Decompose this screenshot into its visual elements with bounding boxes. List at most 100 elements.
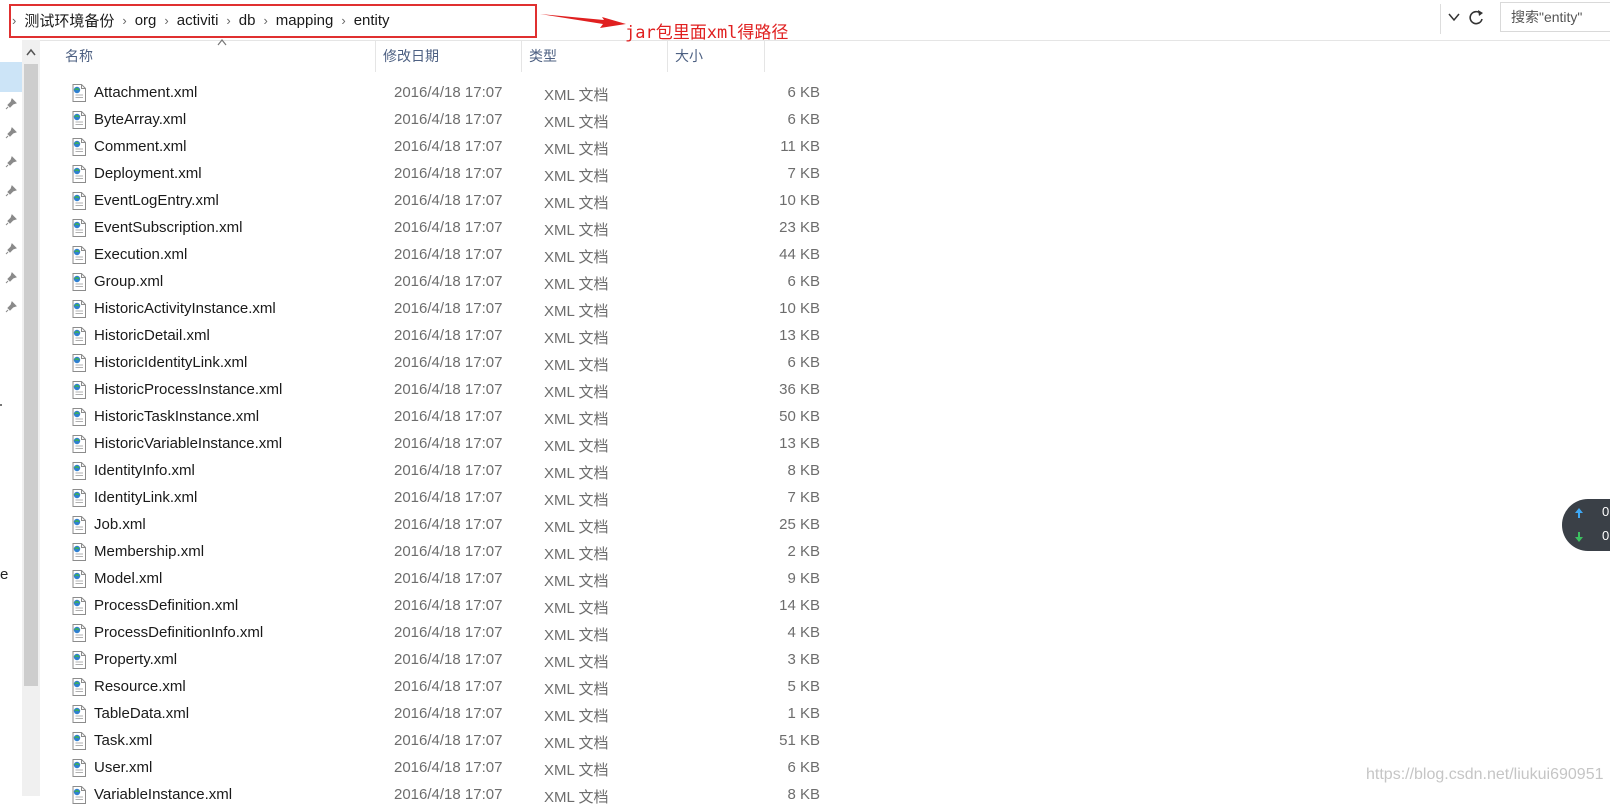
scroll-up-icon[interactable] (26, 48, 36, 56)
file-row[interactable]: User.xml 2016/4/18 17:07 XML 文档 6 KB (40, 755, 820, 782)
chevron-down-icon[interactable] (1447, 10, 1461, 24)
file-name[interactable]: ByteArray.xml (94, 111, 186, 128)
file-name[interactable]: HistoricDetail.xml (94, 327, 210, 344)
column-header-type[interactable]: 类型 (522, 40, 668, 72)
file-row[interactable]: Membership.xml 2016/4/18 17:07 XML 文档 2 KB (40, 539, 820, 566)
file-type: XML 文档 (544, 438, 609, 455)
file-row[interactable]: Property.xml 2016/4/18 17:07 XML 文档 3 KB (40, 647, 820, 674)
xml-file-icon (71, 354, 87, 372)
file-size: 8 KB (787, 462, 820, 479)
file-date: 2016/4/18 17:07 (394, 219, 503, 236)
file-name[interactable]: EventSubscription.xml (94, 219, 242, 236)
file-type: XML 文档 (544, 222, 609, 239)
file-name[interactable]: IdentityInfo.xml (94, 462, 195, 479)
file-type: XML 文档 (544, 627, 609, 644)
pin-icon[interactable] (5, 301, 17, 313)
pin-icon[interactable] (5, 127, 17, 139)
file-type: XML 文档 (544, 114, 609, 131)
pin-icon[interactable] (5, 98, 17, 110)
file-row[interactable]: HistoricIdentityLink.xml 2016/4/18 17:07 X… (40, 350, 820, 377)
column-header-date[interactable]: 修改日期 (376, 40, 522, 72)
file-row[interactable]: ProcessDefinitionInfo.xml 2016/4/18 17:07… (40, 620, 820, 647)
scrollbar-thumb[interactable] (24, 64, 38, 686)
file-row[interactable]: HistoricProcessInstance.xml 2016/4/18 17:… (40, 377, 820, 404)
file-name[interactable]: Comment.xml (94, 138, 187, 155)
navigation-pane (0, 40, 22, 796)
file-name[interactable]: HistoricIdentityLink.xml (94, 354, 247, 371)
network-speed-widget[interactable]: 0 0 (1562, 499, 1610, 551)
file-row[interactable]: ProcessDefinition.xml 2016/4/18 17:07 XML … (40, 593, 820, 620)
file-size: 6 KB (787, 84, 820, 101)
file-date: 2016/4/18 17:07 (394, 408, 503, 425)
file-name[interactable]: HistoricTaskInstance.xml (94, 408, 259, 425)
file-name[interactable]: Group.xml (94, 273, 163, 290)
file-name[interactable]: ProcessDefinitionInfo.xml (94, 624, 263, 641)
file-name[interactable]: HistoricActivityInstance.xml (94, 300, 276, 317)
file-row[interactable]: ByteArray.xml 2016/4/18 17:07 XML 文档 6 KB (40, 107, 820, 134)
file-row[interactable]: Job.xml 2016/4/18 17:07 XML 文档 25 KB (40, 512, 820, 539)
file-row[interactable]: Execution.xml 2016/4/18 17:07 XML 文档 44 KB (40, 242, 820, 269)
file-row[interactable]: Comment.xml 2016/4/18 17:07 XML 文档 11 KB (40, 134, 820, 161)
file-name[interactable]: Execution.xml (94, 246, 187, 263)
refresh-icon[interactable] (1468, 8, 1484, 26)
xml-file-icon (71, 516, 87, 534)
file-row[interactable]: IdentityInfo.xml 2016/4/18 17:07 XML 文档 8 K… (40, 458, 820, 485)
xml-file-icon (71, 246, 87, 264)
file-name[interactable]: Membership.xml (94, 543, 204, 560)
file-name[interactable]: Resource.xml (94, 678, 186, 695)
column-header-size[interactable]: 大小 (668, 40, 765, 72)
xml-file-icon (71, 138, 87, 156)
file-name[interactable]: Model.xml (94, 570, 162, 587)
sort-ascending-icon (217, 39, 227, 46)
file-date: 2016/4/18 17:07 (394, 354, 503, 371)
file-row[interactable]: Task.xml 2016/4/18 17:07 XML 文档 51 KB (40, 728, 820, 755)
file-row[interactable]: EventSubscription.xml 2016/4/18 17:07 XML … (40, 215, 820, 242)
file-date: 2016/4/18 17:07 (394, 786, 503, 803)
pin-icon[interactable] (5, 214, 17, 226)
pin-icon[interactable] (5, 272, 17, 284)
file-row[interactable]: IdentityLink.xml 2016/4/18 17:07 XML 文档 7 K… (40, 485, 820, 512)
column-header-name[interactable]: 名称 (40, 40, 376, 72)
red-arrow-icon (540, 14, 626, 28)
file-type: XML 文档 (544, 492, 609, 509)
file-row[interactable]: HistoricDetail.xml 2016/4/18 17:07 XML 文档 1… (40, 323, 820, 350)
file-type: XML 文档 (544, 141, 609, 158)
file-type: XML 文档 (544, 87, 609, 104)
file-type: XML 文档 (544, 411, 609, 428)
search-input[interactable]: 搜索"entity" (1500, 2, 1610, 32)
file-name[interactable]: EventLogEntry.xml (94, 192, 219, 209)
file-name[interactable]: VariableInstance.xml (94, 786, 232, 803)
file-row[interactable]: Resource.xml 2016/4/18 17:07 XML 文档 5 KB (40, 674, 820, 701)
file-name[interactable]: User.xml (94, 759, 152, 776)
pin-icon[interactable] (5, 156, 17, 168)
file-row[interactable]: HistoricVariableInstance.xml 2016/4/18 17… (40, 431, 820, 458)
file-type: XML 文档 (544, 681, 609, 698)
file-name[interactable]: ProcessDefinition.xml (94, 597, 238, 614)
file-row[interactable]: EventLogEntry.xml 2016/4/18 17:07 XML 文档 10… (40, 188, 820, 215)
file-name[interactable]: Property.xml (94, 651, 177, 668)
download-speed: 0 (1602, 528, 1610, 543)
file-type: XML 文档 (544, 519, 609, 536)
file-size: 7 KB (787, 489, 820, 506)
pin-icon[interactable] (5, 185, 17, 197)
file-name[interactable]: HistoricProcessInstance.xml (94, 381, 282, 398)
file-name[interactable]: TableData.xml (94, 705, 189, 722)
upload-speed: 0 (1602, 504, 1610, 519)
file-name[interactable]: HistoricVariableInstance.xml (94, 435, 282, 452)
pin-icon[interactable] (5, 243, 17, 255)
file-row[interactable]: HistoricActivityInstance.xml 2016/4/18 17… (40, 296, 820, 323)
nav-selected-item[interactable] (0, 62, 22, 92)
file-row[interactable]: Model.xml 2016/4/18 17:07 XML 文档 9 KB (40, 566, 820, 593)
file-row[interactable]: HistoricTaskInstance.xml 2016/4/18 17:07 X… (40, 404, 820, 431)
file-name[interactable]: Attachment.xml (94, 84, 197, 101)
file-name[interactable]: Deployment.xml (94, 165, 202, 182)
file-name[interactable]: Job.xml (94, 516, 146, 533)
file-date: 2016/4/18 17:07 (394, 435, 503, 452)
file-row[interactable]: TableData.xml 2016/4/18 17:07 XML 文档 1 KB (40, 701, 820, 728)
file-row[interactable]: Attachment.xml 2016/4/18 17:07 XML 文档 6 KB (40, 80, 820, 107)
file-row[interactable]: Group.xml 2016/4/18 17:07 XML 文档 6 KB (40, 269, 820, 296)
file-row[interactable]: Deployment.xml 2016/4/18 17:07 XML 文档 7 KB (40, 161, 820, 188)
file-size: 6 KB (787, 354, 820, 371)
file-name[interactable]: IdentityLink.xml (94, 489, 197, 506)
file-name[interactable]: Task.xml (94, 732, 152, 749)
